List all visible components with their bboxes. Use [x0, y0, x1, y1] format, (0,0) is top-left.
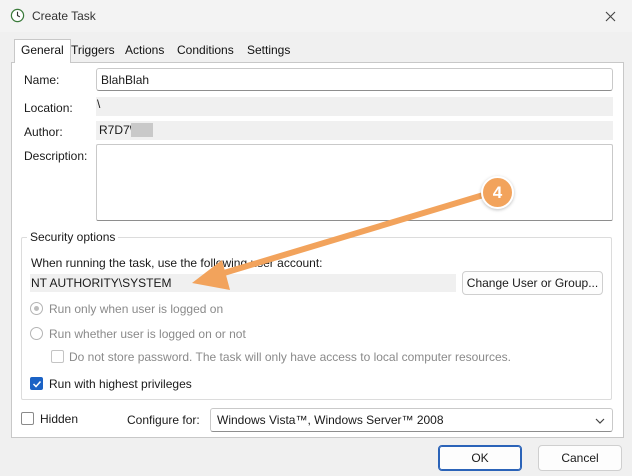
change-user-button[interactable]: Change User or Group... [462, 271, 603, 295]
hidden-checkbox[interactable] [21, 412, 34, 425]
name-label: Name: [24, 73, 60, 87]
highest-privileges-label: Run with highest privileges [49, 377, 192, 391]
configure-for-label: Configure for: [127, 413, 200, 427]
author-label: Author: [24, 125, 63, 139]
tab-settings[interactable]: Settings [241, 40, 296, 62]
ok-button[interactable]: OK [438, 445, 522, 471]
radio-run-whether-logged-on[interactable] [30, 327, 43, 340]
location-field: \ [96, 97, 613, 116]
description-field[interactable] [96, 144, 613, 221]
configure-for-dropdown[interactable]: Windows Vista™, Windows Server™ 2008 [210, 408, 613, 432]
description-label: Description: [24, 149, 88, 163]
location-value: \ [97, 97, 101, 111]
task-scheduler-icon [10, 8, 25, 23]
radio-run-logged-on-label: Run only when user is logged on [49, 302, 224, 316]
window-title: Create Task [32, 9, 96, 23]
security-options-title: Security options [27, 230, 119, 244]
radio-run-logged-on[interactable] [30, 302, 43, 315]
do-not-store-password-label: Do not store password. The task will onl… [69, 350, 511, 364]
hidden-label: Hidden [40, 412, 79, 426]
run-as-prompt: When running the task, use the following… [31, 256, 323, 270]
cancel-button[interactable]: Cancel [538, 445, 622, 471]
author-value: R7D7\ [99, 123, 134, 137]
tab-triggers[interactable]: Triggers [65, 40, 121, 62]
close-button[interactable] [598, 5, 622, 27]
name-field[interactable]: BlahBlah [96, 68, 613, 91]
do-not-store-password-checkbox[interactable] [51, 350, 64, 363]
highest-privileges-checkbox[interactable] [30, 377, 43, 390]
tab-conditions[interactable]: Conditions [171, 40, 240, 62]
radio-run-whether-label: Run whether user is logged on or not [49, 327, 246, 341]
close-icon [605, 11, 615, 21]
tab-actions[interactable]: Actions [119, 40, 170, 62]
redacted-block [131, 123, 153, 137]
account-value: NT AUTHORITY\SYSTEM [31, 276, 172, 290]
tab-general[interactable]: General [14, 39, 71, 63]
configure-for-value: Windows Vista™, Windows Server™ 2008 [217, 413, 444, 427]
checkmark-icon [32, 380, 42, 388]
location-label: Location: [24, 101, 73, 115]
name-value: BlahBlah [101, 73, 150, 87]
account-field: NT AUTHORITY\SYSTEM [30, 274, 456, 292]
chevron-down-icon [595, 418, 605, 424]
author-field: R7D7\ [96, 121, 613, 140]
step-badge: 4 [481, 176, 514, 209]
